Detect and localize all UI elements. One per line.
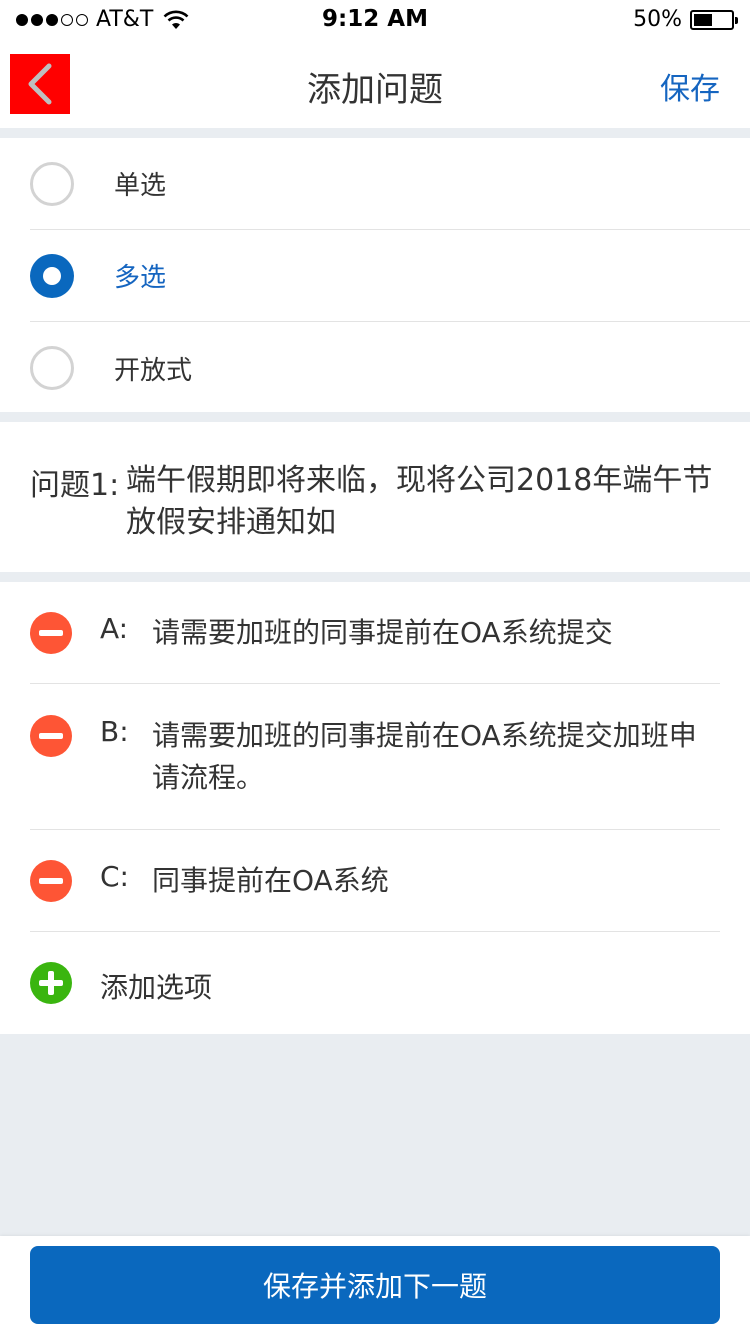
status-bar: AT&T 9:12 AM 50% — [0, 0, 750, 40]
radio-icon[interactable] — [30, 161, 74, 206]
battery-percent: 50% — [633, 7, 682, 32]
question-card[interactable]: 问题1: 端午假期即将来临，现将公司2018年端午节放假安排通知如 — [0, 422, 750, 572]
remove-option-icon[interactable] — [30, 860, 72, 902]
option-list: A: 请需要加班的同事提前在OA系统提交 B: 请需要加班的同事提前在OA系统提… — [0, 582, 750, 1034]
remove-option-icon[interactable] — [30, 715, 72, 757]
page-title: 添加问题 — [307, 70, 443, 110]
question-type-single[interactable]: 单选 — [30, 138, 750, 230]
option-letter: B: — [100, 715, 129, 748]
radio-checked-icon[interactable] — [30, 253, 74, 298]
question-type-multiple[interactable]: 多选 — [30, 230, 750, 322]
option-item[interactable]: B: 请需要加班的同事提前在OA系统提交加班申请流程。 — [30, 684, 720, 830]
option-text[interactable]: 请需要加班的同事提前在OA系统提交加班申请流程。 — [152, 715, 712, 799]
question-type-label: 多选 — [114, 263, 167, 293]
question-type-list: 单选 多选 开放式 — [0, 138, 750, 412]
status-bar-right: 50% — [633, 7, 738, 32]
battery-fill — [694, 13, 712, 26]
option-text[interactable]: 同事提前在OA系统 — [152, 860, 712, 902]
question-type-open[interactable]: 开放式 — [30, 322, 750, 414]
battery-icon — [690, 9, 738, 30]
remove-option-icon[interactable] — [30, 612, 72, 654]
option-letter: A: — [100, 612, 129, 645]
save-and-add-next-button[interactable]: 保存并添加下一题 — [30, 1246, 720, 1324]
question-type-label: 开放式 — [114, 355, 193, 386]
add-option-icon[interactable] — [30, 962, 72, 1004]
option-text[interactable]: 请需要加班的同事提前在OA系统提交 — [152, 612, 712, 654]
bottom-bar: 保存并添加下一题 — [0, 1236, 750, 1334]
nav-bar: 添加问题 保存 — [0, 40, 750, 128]
save-and-add-next-label: 保存并添加下一题 — [262, 1270, 487, 1303]
option-letter: C: — [100, 860, 129, 893]
option-item[interactable]: C: 同事提前在OA系统 — [30, 830, 720, 932]
radio-icon[interactable] — [30, 346, 74, 390]
question-text[interactable]: 端午假期即将来临，现将公司2018年端午节放假安排通知如 — [126, 460, 726, 544]
add-option-label: 添加选项 — [100, 971, 213, 1004]
option-item[interactable]: A: 请需要加班的同事提前在OA系统提交 — [30, 582, 720, 684]
add-option-button[interactable]: 添加选项 — [30, 932, 720, 1034]
question-type-label: 单选 — [114, 171, 167, 201]
question-number: 问题1: — [30, 468, 120, 503]
save-button[interactable]: 保存 — [660, 64, 720, 108]
